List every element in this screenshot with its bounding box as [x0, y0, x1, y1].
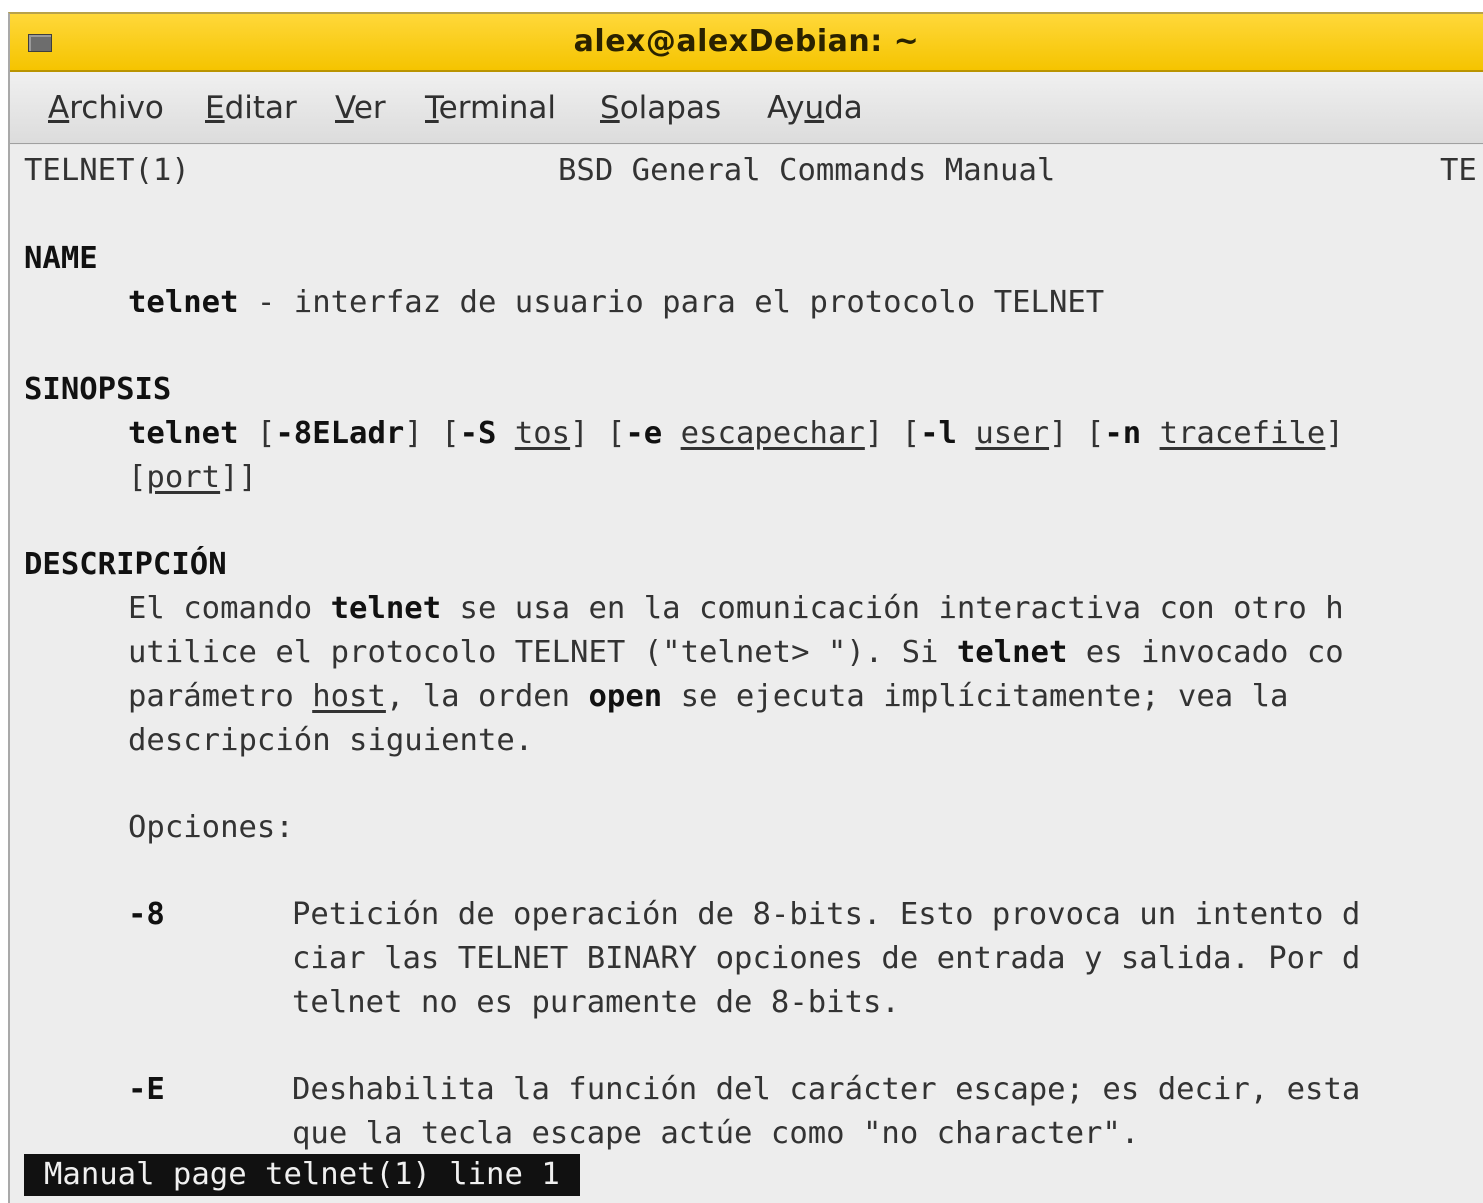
synopsis-text: ] [: [1049, 416, 1105, 451]
menu-ayuda[interactable]: Ayuda: [767, 90, 863, 126]
synopsis-line-1: telnet [-8ELadr] [-S tos] [-e escapechar…: [128, 412, 1344, 456]
menu-ver-rest: er: [353, 90, 386, 126]
description-text: El comando: [128, 591, 331, 626]
menu-ayuda-pre: Ay: [767, 90, 805, 126]
synopsis-flag: -l: [920, 416, 957, 451]
menu-bar: Archivo Editar Ver Terminal Solapas Ayud…: [10, 72, 1483, 144]
option-flag-8: -8: [128, 897, 165, 932]
synopsis-text: ] [: [570, 416, 626, 451]
section-heading-sinopsis: SINOPSIS: [24, 372, 172, 407]
option-flag-E: -E: [128, 1072, 165, 1107]
synopsis-line-2: [port]]: [128, 456, 257, 500]
menu-editar-rest: ditar: [224, 90, 297, 126]
synopsis-flag: -8ELadr: [275, 416, 405, 451]
synopsis-text: [662, 416, 680, 451]
menu-solapas[interactable]: Solapas: [600, 90, 721, 126]
menu-terminal[interactable]: Terminal: [425, 90, 556, 126]
synopsis-flag: -n: [1104, 416, 1142, 451]
synopsis-command: telnet: [128, 416, 239, 451]
man-header-center: BSD General Commands Manual: [558, 153, 1056, 188]
name-command: telnet: [128, 285, 239, 320]
description-text: , la orden: [385, 679, 589, 714]
menu-solapas-accel: S: [600, 90, 620, 126]
menu-terminal-accel: T: [425, 90, 439, 126]
man-header-left: TELNET(1): [24, 153, 190, 188]
man-header-right: TE: [1440, 153, 1477, 188]
menu-archivo[interactable]: Archivo: [48, 90, 164, 126]
menu-ayuda-accel: u: [804, 90, 825, 126]
synopsis-text: [957, 416, 975, 451]
description-text: se ejecuta implícitamente; vea la: [662, 679, 1289, 714]
synopsis-text: ] [: [864, 416, 921, 451]
synopsis-argument: tos: [514, 416, 571, 451]
menu-editar-accel: E: [205, 90, 225, 126]
synopsis-flag: -e: [625, 416, 663, 451]
menu-archivo-rest: rchivo: [69, 90, 164, 126]
synopsis-argument: port: [146, 460, 221, 495]
synopsis-text: [496, 416, 514, 451]
description-text: utilice el protocolo TELNET ("telnet> ")…: [128, 635, 957, 670]
option-8-line-1: Petición de operación de 8-bits. Esto pr…: [292, 897, 1361, 932]
title-bar[interactable]: alex@alexDebian: ~: [10, 14, 1483, 72]
description-text: se usa en la comunicación interactiva co…: [441, 591, 1344, 626]
description-argument: host: [312, 679, 386, 714]
description-command: telnet: [956, 635, 1068, 670]
menu-ver[interactable]: Ver: [335, 90, 386, 126]
pager-status-bar: Manual page telnet(1) line 1: [24, 1154, 580, 1196]
synopsis-text: ]: [1325, 416, 1344, 451]
description-text: parámetro: [128, 679, 313, 714]
synopsis-text: ] [: [404, 416, 460, 451]
options-label: Opciones:: [128, 810, 294, 845]
menu-ayuda-rest: da: [824, 90, 863, 126]
description-line-1: El comando telnet se usa en la comunicac…: [128, 587, 1344, 631]
option-E-line-2: que la tecla escape actúe como "no chara…: [292, 1116, 1140, 1151]
description-line-2: utilice el protocolo TELNET ("telnet> ")…: [128, 631, 1344, 675]
synopsis-argument: tracefile: [1159, 416, 1326, 451]
synopsis-argument: user: [975, 416, 1050, 451]
synopsis-text: ]]: [220, 460, 257, 495]
menu-archivo-accel: A: [48, 90, 70, 126]
synopsis-text: [1141, 416, 1159, 451]
description-line-4: descripción siguiente.: [128, 723, 534, 758]
section-heading-name: NAME: [24, 241, 98, 276]
window-title: alex@alexDebian: ~: [573, 24, 920, 59]
menu-ver-accel: V: [335, 90, 354, 126]
synopsis-argument: escapechar: [680, 416, 865, 451]
option-E-line-1: Deshabilita la función del carácter esca…: [292, 1072, 1361, 1107]
terminal-window: alex@alexDebian: ~ Archivo Editar Ver Te…: [8, 12, 1483, 1203]
menu-terminal-rest: erminal: [438, 90, 557, 126]
description-text: es invocado co: [1067, 635, 1344, 670]
name-description: - interfaz de usuario para el protocolo …: [238, 285, 1105, 320]
description-command: open: [588, 679, 663, 714]
synopsis-text: [: [128, 460, 147, 495]
section-heading-descripcion: DESCRIPCIÓN: [24, 547, 227, 582]
terminal-content[interactable]: TELNET(1) BSD General Commands Manual TE…: [10, 145, 1483, 1203]
description-command: telnet: [330, 591, 442, 626]
option-8-line-2: ciar las TELNET BINARY opciones de entra…: [292, 941, 1361, 976]
menu-editar[interactable]: Editar: [205, 90, 297, 126]
description-line-3: parámetro host, la orden open se ejecuta…: [128, 675, 1288, 719]
synopsis-text: [: [238, 416, 276, 451]
menu-solapas-rest: olapas: [619, 90, 722, 126]
name-line: telnet - interfaz de usuario para el pro…: [128, 281, 1104, 325]
synopsis-flag: -S: [459, 416, 497, 451]
option-8-line-3: telnet no es puramente de 8-bits.: [292, 985, 900, 1020]
